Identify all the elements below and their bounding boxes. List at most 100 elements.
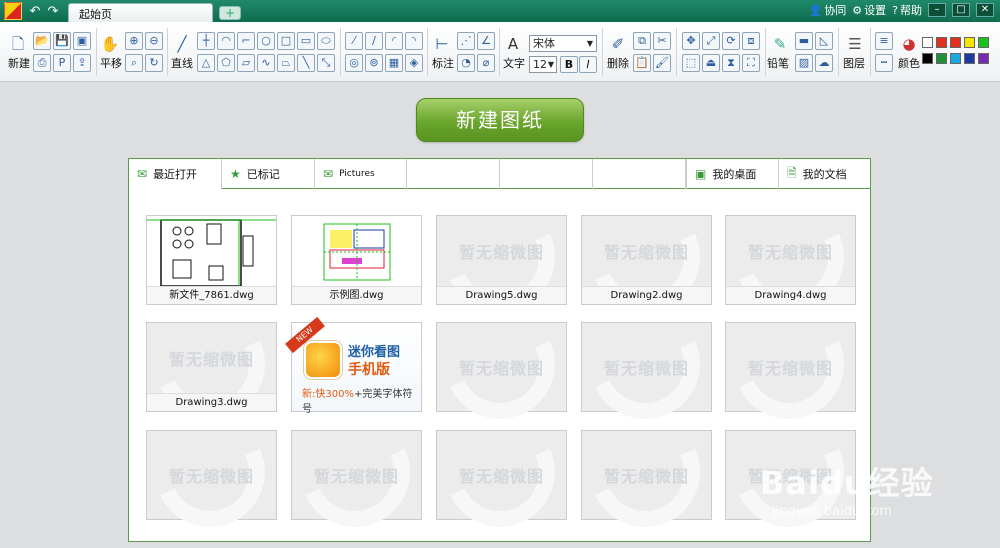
minimize-button[interactable]: – [928, 3, 946, 17]
mirror-icon[interactable]: ⧗ [722, 54, 740, 72]
redo-icon[interactable]: ↷ [44, 4, 62, 19]
new-file-icon[interactable]: 🗋 [8, 34, 28, 54]
font-name-select[interactable]: 宋体 ▼ [529, 35, 597, 52]
hatch-icon[interactable]: ▦ [385, 54, 403, 72]
rounded-rect-icon[interactable]: ▭ [297, 32, 315, 50]
tab-start-page[interactable]: 起始页 [68, 3, 213, 22]
line-weight-icon[interactable]: ≡ [875, 32, 893, 50]
rectangle-tool-icon[interactable]: □ [277, 32, 295, 50]
markup-line-icon[interactable]: ▬ [795, 32, 813, 50]
aligned-dim-icon[interactable]: ⋰ [457, 32, 475, 50]
tab-empty-1[interactable] [407, 159, 500, 189]
color-swatch-blue[interactable] [964, 53, 975, 64]
tab-marked[interactable]: ★ 已标记 [222, 159, 315, 189]
close-button[interactable]: ✕ [976, 3, 994, 17]
slash-icon[interactable]: ╲ [297, 54, 315, 72]
chamfer-icon[interactable]: ◝ [405, 32, 423, 50]
ellipse-tool-icon[interactable]: ⬭ [317, 32, 335, 50]
zoom-refresh-icon[interactable]: ↻ [145, 54, 163, 72]
file-thumb-6[interactable]: 暂无缩微图 Drawing3.dwg [146, 322, 277, 412]
save-icon[interactable]: 💾 [53, 32, 71, 50]
layers-icon[interactable]: ☰ [845, 34, 865, 54]
zoom-in-icon[interactable]: ⊕ [125, 32, 143, 50]
color-swatch-cyan[interactable] [950, 53, 961, 64]
pencil-icon[interactable]: ✎ [770, 34, 790, 54]
spline-tool-icon[interactable]: ∿ [257, 54, 275, 72]
empty-thumb[interactable]: 暂无缩微图 [429, 293, 571, 435]
line-tool-icon[interactable]: ╱ [172, 34, 192, 54]
offset-icon[interactable]: ◎ [345, 54, 363, 72]
break-icon[interactable]: ⊚ [365, 54, 383, 72]
help-link[interactable]: ? 帮助 [892, 2, 922, 18]
parallelogram-icon[interactable]: ▱ [237, 54, 255, 72]
maximize-button[interactable]: □ [952, 3, 970, 17]
rotate-icon[interactable]: ⟳ [722, 32, 740, 50]
empty-thumb[interactable]: 暂无缩微图 [429, 401, 571, 543]
tab-pictures[interactable]: ✉ Pictures [315, 159, 407, 189]
text-tool-icon[interactable]: A [503, 34, 523, 54]
empty-thumb[interactable]: 暂无缩微图 [139, 401, 281, 543]
fillet-icon[interactable]: ◜ [385, 32, 403, 50]
scale-icon[interactable]: ⤢ [702, 32, 720, 50]
markup-cloud-icon[interactable]: ☁ [815, 54, 833, 72]
app-logo-icon[interactable] [4, 2, 22, 20]
fill-icon[interactable]: ◈ [405, 54, 423, 72]
file-thumb-4[interactable]: 暂无缩微图 Drawing2.dwg [581, 215, 712, 305]
color-swatch-red-2[interactable] [950, 37, 961, 48]
triangle-tool-icon[interactable]: △ [197, 54, 215, 72]
empty-thumb[interactable]: 暂无缩微图 [574, 401, 716, 543]
trim-icon[interactable]: ∕ [365, 32, 383, 50]
color-palette-icon[interactable]: ◕ [899, 34, 919, 54]
markup-area-icon[interactable]: ◺ [815, 32, 833, 50]
file-thumb-5[interactable]: 暂无缩微图 Drawing4.dwg [725, 215, 856, 305]
eraser-icon[interactable]: ✐ [608, 34, 628, 54]
tab-empty-2[interactable] [500, 159, 593, 189]
polyline-icon[interactable]: ⌐ [237, 32, 255, 50]
stretch-icon[interactable]: ⬚ [682, 54, 700, 72]
arc-tool-icon[interactable]: ◠ [217, 32, 235, 50]
tab-empty-3[interactable] [593, 159, 686, 189]
collaborate-link[interactable]: 👤 协同 [809, 2, 847, 18]
pdf-icon[interactable]: P [53, 54, 71, 72]
font-size-select[interactable]: 12 ▼ [529, 56, 557, 73]
file-thumb-1[interactable]: 新文件_7861.dwg [146, 215, 277, 305]
empty-thumb[interactable]: 暂无缩微图 [284, 401, 426, 543]
settings-link[interactable]: ⚙ 设置 [852, 2, 886, 18]
export-icon[interactable]: ⇪ [73, 54, 91, 72]
diagonal-icon[interactable]: ⤡ [317, 54, 335, 72]
diameter-dim-icon[interactable]: ⌀ [477, 54, 495, 72]
pentagon-tool-icon[interactable]: ⬠ [217, 54, 235, 72]
dimension-icon[interactable]: ⊢ [432, 34, 452, 54]
color-swatch-purple[interactable] [978, 53, 989, 64]
zoom-window-icon[interactable]: ⌕ [125, 54, 143, 72]
undo-icon[interactable]: ↶ [26, 4, 44, 19]
pan-hand-icon[interactable]: ✋ [100, 34, 120, 54]
color-swatch-red[interactable] [936, 37, 947, 48]
color-swatch-white[interactable] [922, 37, 933, 48]
bold-button[interactable]: B [560, 56, 578, 73]
empty-thumb[interactable]: 暂无缩微图 [574, 293, 716, 435]
file-thumb-3[interactable]: 暂无缩微图 Drawing5.dwg [436, 215, 567, 305]
file-thumb-2[interactable]: 示例图.dwg [291, 215, 422, 305]
tab-recent[interactable]: ✉ 最近打开 [129, 159, 222, 190]
circle-tool-icon[interactable]: ○ [257, 32, 275, 50]
color-swatch-yellow[interactable] [964, 37, 975, 48]
save-as-icon[interactable]: ▣ [73, 32, 91, 50]
block-icon[interactable]: ⛶ [742, 54, 760, 72]
color-swatch-dark-green[interactable] [936, 53, 947, 64]
brush-icon[interactable]: 🖌 [653, 54, 671, 72]
move-icon[interactable]: ✥ [682, 32, 700, 50]
tab-documents[interactable]: 🗎 我的文档 [779, 159, 870, 189]
color-swatch-black[interactable] [922, 53, 933, 64]
print-icon[interactable]: ⎙ [33, 54, 51, 72]
tab-desktop[interactable]: ▣ 我的桌面 [686, 159, 779, 189]
trapezoid-icon[interactable]: ⏢ [277, 54, 295, 72]
add-tab-button[interactable]: + [219, 6, 241, 20]
extend-icon[interactable]: ⁄ [345, 32, 363, 50]
new-drawing-button[interactable]: 新建图纸 [416, 98, 584, 142]
empty-thumb[interactable]: 暂无缩微图 [718, 293, 860, 435]
paste-icon[interactable]: 📋 [633, 54, 651, 72]
italic-button[interactable]: I [579, 56, 597, 73]
color-swatch-green[interactable] [978, 37, 989, 48]
array-icon[interactable]: ⧈ [742, 32, 760, 50]
